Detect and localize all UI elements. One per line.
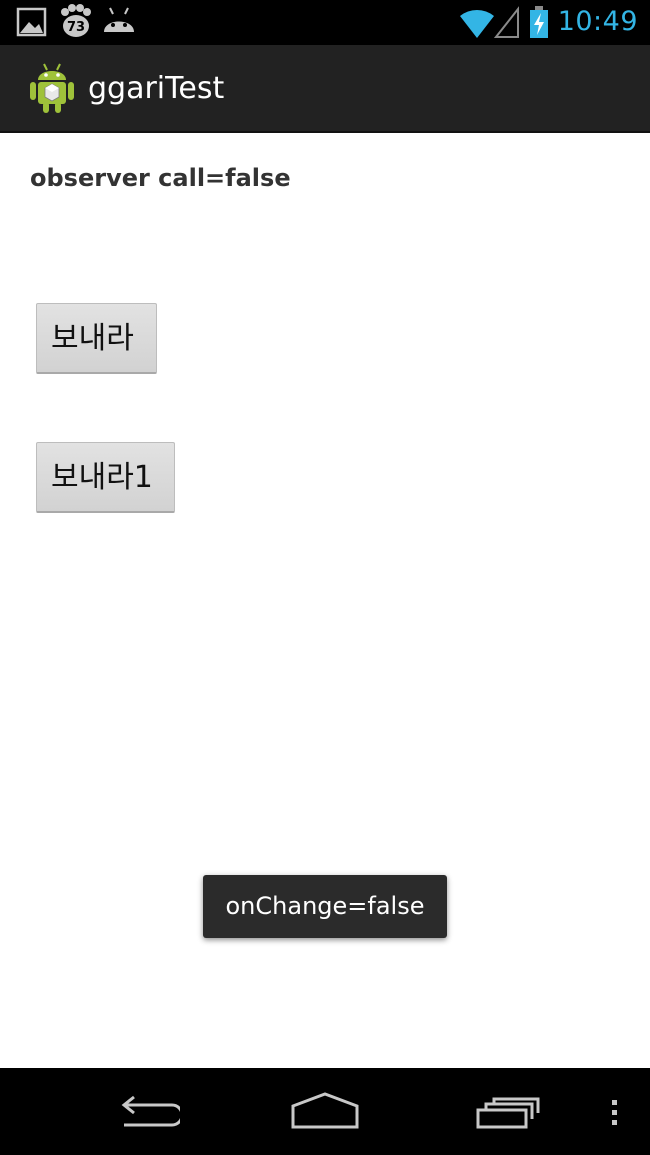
status-time: 10:49: [557, 6, 638, 37]
toast-message: onChange=false: [203, 875, 447, 938]
android-head-icon: [104, 7, 134, 32]
battery-charging-icon: [530, 6, 548, 38]
notification-badge-count: 73: [67, 20, 85, 35]
navigation-bar: [0, 1068, 650, 1155]
action-bar: ggariTest: [0, 45, 650, 133]
paw-badge-icon: 73: [61, 4, 91, 37]
overflow-menu-icon[interactable]: [604, 1068, 624, 1155]
wifi-icon: [460, 9, 494, 38]
android-app-icon: [30, 63, 74, 113]
status-bar: 73 10:49: [0, 0, 650, 45]
recent-apps-icon[interactable]: [472, 1068, 544, 1155]
app-title: ggariTest: [88, 71, 225, 106]
back-icon[interactable]: [110, 1068, 180, 1155]
gallery-icon: [16, 7, 47, 37]
observer-status-text: observer call=false: [30, 164, 291, 192]
signal-icon: [494, 6, 519, 38]
send1-button[interactable]: 보내라1: [36, 442, 175, 513]
send-button[interactable]: 보내라: [36, 303, 157, 374]
home-icon[interactable]: [288, 1068, 362, 1155]
